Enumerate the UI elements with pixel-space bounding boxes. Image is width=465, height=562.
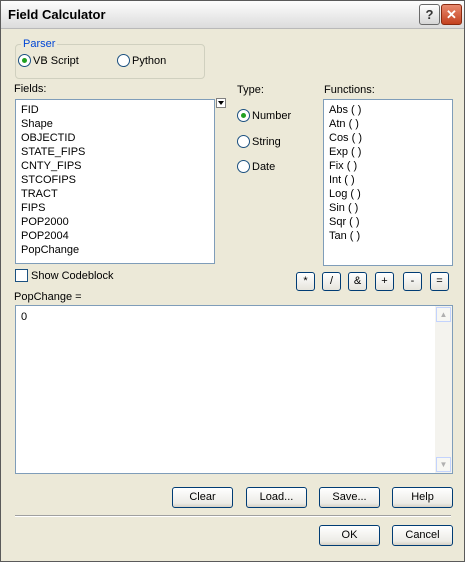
fields-label: Fields: (14, 83, 47, 95)
field-item[interactable]: STATE_FIPS (16, 145, 214, 159)
functions-label: Functions: (324, 84, 375, 96)
number-label: Number (252, 110, 292, 122)
field-item[interactable]: POP2004 (16, 229, 214, 243)
function-item[interactable]: Log ( ) (324, 187, 452, 201)
plus-button[interactable]: + (375, 272, 394, 291)
function-item[interactable]: Fix ( ) (324, 159, 452, 173)
expression-label: PopChange = (14, 291, 82, 303)
multiply-button[interactable]: * (296, 272, 315, 291)
field-item[interactable]: PopChange (16, 243, 214, 257)
string-label: String (252, 136, 281, 148)
help-title-button[interactable]: ? (419, 4, 440, 25)
function-item[interactable]: Cos ( ) (324, 131, 452, 145)
close-button[interactable]: ✕ (441, 4, 462, 25)
date-label: Date (252, 161, 276, 173)
python-label: Python (132, 55, 167, 67)
field-item[interactable]: FIPS (16, 201, 214, 215)
number-radio[interactable] (237, 109, 250, 122)
field-calculator-dialog: Field Calculator ? ✕ Parser VB Script Py… (0, 0, 465, 562)
function-item[interactable]: Exp ( ) (324, 145, 452, 159)
field-item[interactable]: STCOFIPS (16, 173, 214, 187)
divide-button[interactable]: / (322, 272, 341, 291)
save-button[interactable]: Save... (319, 487, 380, 508)
field-item[interactable]: FID (16, 103, 214, 117)
function-item[interactable]: Abs ( ) (324, 103, 452, 117)
string-radio[interactable] (237, 135, 250, 148)
load-button[interactable]: Load... (246, 487, 307, 508)
function-item[interactable]: Atn ( ) (324, 117, 452, 131)
minus-button[interactable]: - (403, 272, 422, 291)
title-bar: Field Calculator ? ✕ (1, 1, 464, 29)
equals-button[interactable]: = (430, 272, 449, 291)
type-label: Type: (237, 84, 264, 96)
expression-textarea[interactable]: 0 ▲ ▼ (15, 305, 453, 474)
functions-list[interactable]: Abs ( ) Atn ( ) Cos ( ) Exp ( ) Fix ( ) … (323, 99, 453, 266)
scroll-up-icon[interactable]: ▲ (436, 307, 451, 322)
parser-legend: Parser (21, 38, 58, 50)
show-codeblock-label: Show Codeblock (31, 270, 114, 282)
date-radio[interactable] (237, 160, 250, 173)
field-item[interactable]: Shape (16, 117, 214, 131)
help-button[interactable]: Help (392, 487, 453, 508)
dialog-title: Field Calculator (8, 7, 106, 22)
field-item[interactable]: CNTY_FIPS (16, 159, 214, 173)
field-item[interactable]: TRACT (16, 187, 214, 201)
fields-list[interactable]: FID Shape OBJECTID STATE_FIPS CNTY_FIPS … (15, 99, 215, 264)
python-radio[interactable] (117, 54, 130, 67)
function-item[interactable]: Tan ( ) (324, 229, 452, 243)
scroll-down-icon[interactable]: ▼ (436, 457, 451, 472)
function-item[interactable]: Int ( ) (324, 173, 452, 187)
field-item[interactable]: POP2000 (16, 215, 214, 229)
cancel-button[interactable]: Cancel (392, 525, 453, 546)
ampersand-button[interactable]: & (348, 272, 367, 291)
vbscript-label: VB Script (33, 55, 79, 67)
expression-value: 0 (21, 311, 28, 323)
expression-scrollbar[interactable]: ▲ ▼ (435, 306, 452, 473)
ok-button[interactable]: OK (319, 525, 380, 546)
function-item[interactable]: Sin ( ) (324, 201, 452, 215)
vbscript-radio[interactable] (18, 54, 31, 67)
fields-menu-icon[interactable] (216, 98, 226, 108)
show-codeblock-checkbox[interactable] (15, 269, 28, 282)
footer-divider (15, 515, 451, 517)
field-item[interactable]: OBJECTID (16, 131, 214, 145)
clear-button[interactable]: Clear (172, 487, 233, 508)
function-item[interactable]: Sqr ( ) (324, 215, 452, 229)
